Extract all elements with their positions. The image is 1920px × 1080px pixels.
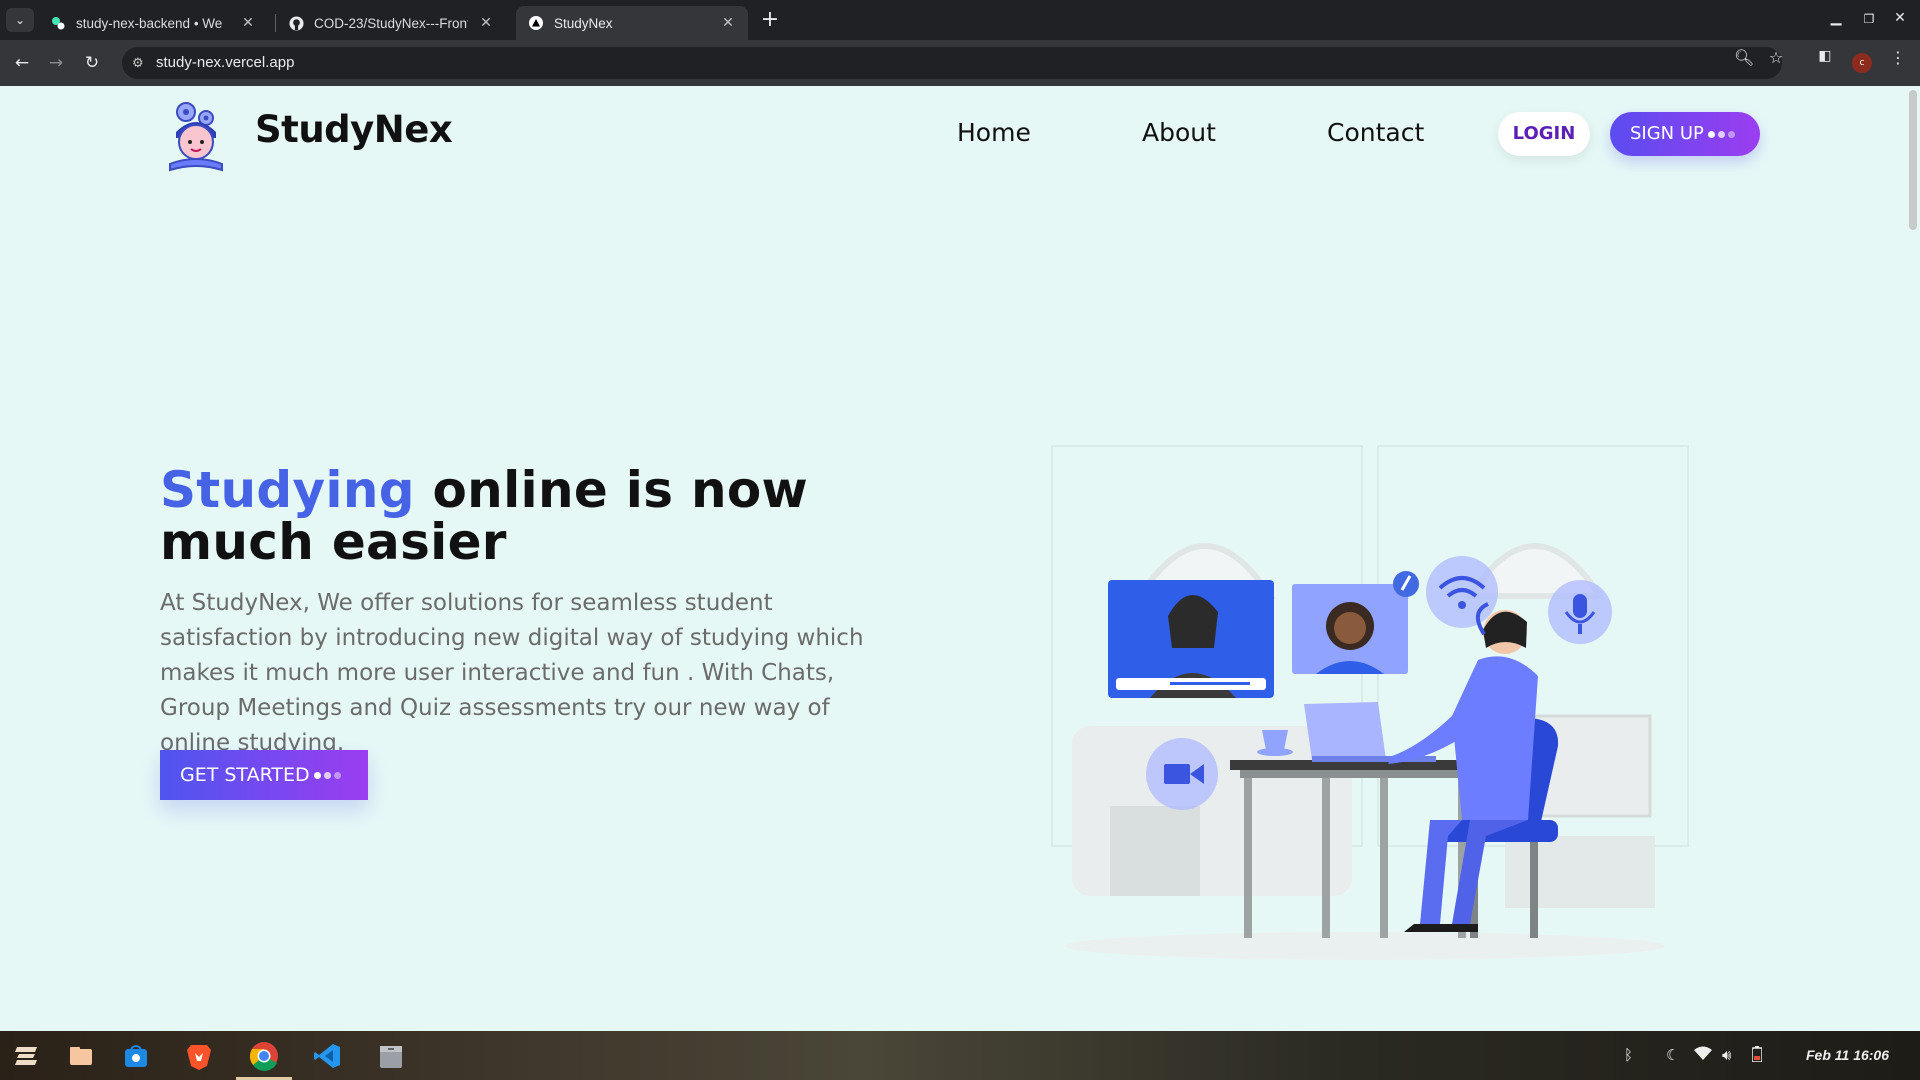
signup-button[interactable]: SIGN UP: [1610, 112, 1760, 156]
close-icon[interactable]: ✕: [240, 15, 256, 31]
dots-icon: [314, 750, 341, 800]
browser-toolbar: ← → ↻ ⚙ study-nex.vercel.app 🔍︎ ☆ ◧ c ⋮: [0, 40, 1920, 86]
reload-icon[interactable]: ↻: [80, 51, 104, 75]
dots-icon: [1708, 112, 1735, 156]
hero-title: Studying online is now much easier: [160, 464, 920, 568]
tab-title: study-nex-backend • We: [76, 15, 223, 31]
tab-study-nex-backend[interactable]: study-nex-backend • We ✕: [38, 6, 268, 40]
tab-title: StudyNex: [554, 15, 613, 31]
wifi-icon[interactable]: [1694, 1046, 1712, 1064]
bookmark-star-icon[interactable]: ☆: [1766, 48, 1786, 67]
nav-home-link[interactable]: Home: [957, 118, 1031, 147]
get-started-label: GET STARTED: [180, 764, 310, 786]
login-button[interactable]: LOGIN: [1498, 112, 1590, 156]
minimize-icon[interactable]: ▁: [1824, 10, 1848, 26]
deploy-service-icon: [50, 15, 66, 31]
zoom-icon[interactable]: 🔍︎: [1734, 48, 1754, 67]
url-text: study-nex.vercel.app: [156, 54, 295, 71]
back-icon[interactable]: ←: [10, 51, 34, 75]
profile-avatar[interactable]: c: [1852, 53, 1872, 73]
hero-title-accent: Studying: [160, 461, 415, 519]
menu-kebab-icon[interactable]: ⋮: [1888, 48, 1908, 67]
site-settings-icon[interactable]: ⚙: [132, 47, 144, 79]
online-study-illustration: [1000, 416, 1720, 976]
nav-about-link[interactable]: About: [1142, 118, 1216, 147]
page-scrollbar[interactable]: [1906, 86, 1920, 1031]
get-started-button[interactable]: GET STARTED: [160, 750, 368, 800]
battery-icon[interactable]: [1751, 1046, 1763, 1066]
vscode-icon[interactable]: [312, 1041, 342, 1071]
studynex-logo-icon[interactable]: [164, 98, 228, 174]
tab-studynex[interactable]: StudyNex ✕: [516, 6, 748, 40]
close-window-icon[interactable]: ✕: [1888, 10, 1912, 26]
scrollbar-thumb[interactable]: [1909, 90, 1917, 230]
software-store-icon[interactable]: [121, 1041, 151, 1071]
forward-icon[interactable]: →: [44, 51, 68, 75]
close-icon[interactable]: ✕: [478, 15, 494, 31]
nav-contact-link[interactable]: Contact: [1327, 118, 1424, 147]
brand-name[interactable]: StudyNex: [255, 108, 453, 151]
close-icon[interactable]: ✕: [720, 15, 736, 31]
tab-github-repo[interactable]: COD-23/StudyNex---Front ✕: [276, 6, 506, 40]
chrome-icon[interactable]: [249, 1041, 279, 1071]
browser-tab-bar: ⌄ study-nex-backend • We ✕ COD-23/StudyN…: [0, 0, 1920, 40]
address-bar[interactable]: ⚙ study-nex.vercel.app: [122, 47, 1782, 79]
night-light-icon[interactable]: ☾: [1666, 1046, 1679, 1064]
new-tab-button[interactable]: +: [756, 7, 784, 35]
zorin-menu-icon[interactable]: [12, 1041, 42, 1071]
os-taskbar: ᛒ ☾ 🔊︎ Feb 11 16:06: [0, 1031, 1920, 1080]
clock[interactable]: Feb 11 16:06: [1806, 1047, 1889, 1063]
side-panel-icon[interactable]: ◧: [1815, 48, 1835, 64]
restore-icon[interactable]: ❐: [1857, 12, 1881, 26]
hero-description: At StudyNex, We offer solutions for seam…: [160, 590, 864, 756]
tab-search-button[interactable]: ⌄: [6, 8, 34, 32]
github-icon: [288, 15, 304, 31]
web-page: StudyNex Home About Contact LOGIN SIGN U…: [0, 86, 1920, 1031]
bluetooth-icon[interactable]: ᛒ: [1624, 1046, 1633, 1064]
files-icon[interactable]: [66, 1041, 96, 1071]
vercel-triangle-icon: [528, 15, 544, 31]
tab-title: COD-23/StudyNex---Front: [314, 15, 468, 31]
volume-icon[interactable]: 🔊︎: [1722, 1046, 1731, 1064]
signup-label: SIGN UP: [1630, 123, 1704, 144]
brave-icon[interactable]: [184, 1041, 214, 1071]
archive-icon[interactable]: [376, 1041, 406, 1071]
